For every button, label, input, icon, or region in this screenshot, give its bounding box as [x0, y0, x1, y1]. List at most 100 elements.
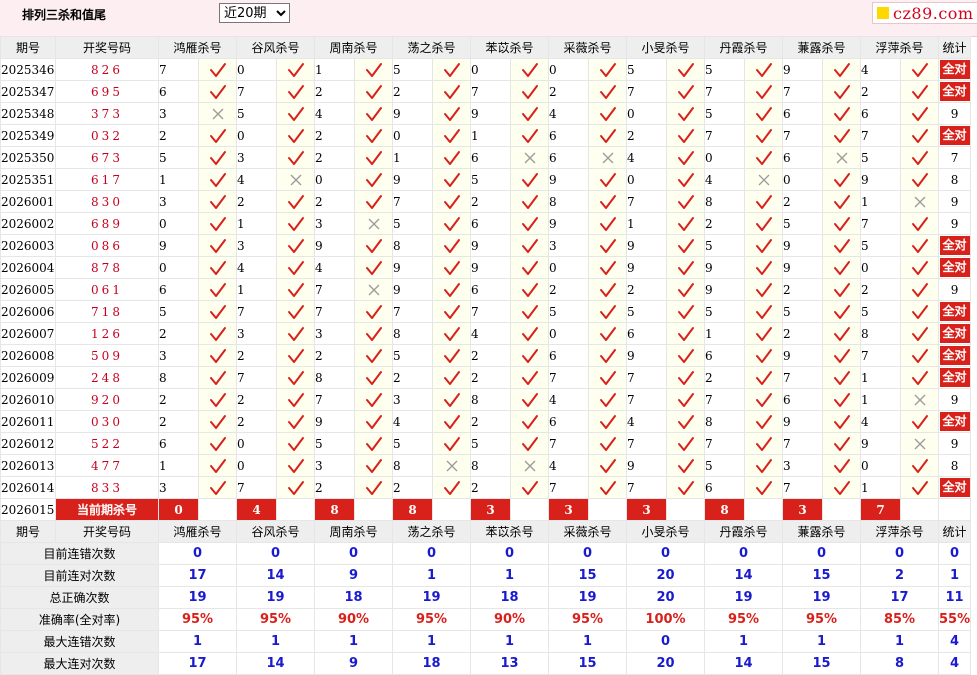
- kill-number: 8: [548, 190, 589, 213]
- stat-cell: 全对: [937, 124, 972, 147]
- result-mark: [432, 322, 471, 345]
- draw-number: 126: [55, 322, 159, 345]
- kill-number: 0: [860, 256, 901, 279]
- kill-number: 5: [470, 168, 511, 191]
- summary-value: 90%: [470, 608, 549, 631]
- result-mark: [588, 410, 627, 433]
- kill-number: 5: [548, 300, 589, 323]
- result-mark: [666, 234, 705, 257]
- result-mark: [510, 344, 549, 367]
- result-mark: [198, 190, 237, 213]
- check-icon: [677, 282, 694, 297]
- summary-label: 最大连错次数: [0, 630, 159, 653]
- stat-cell: 全对: [937, 256, 972, 279]
- page-title: 排列三杀和值尾: [22, 8, 107, 22]
- check-icon: [677, 150, 694, 165]
- stat-cell: 全对: [937, 80, 972, 103]
- check-icon: [209, 238, 226, 253]
- summary-value: 90%: [314, 608, 393, 631]
- result-mark: [666, 300, 705, 323]
- issue-number: 2025350: [0, 146, 56, 169]
- check-icon: [677, 84, 694, 99]
- result-mark: [666, 212, 705, 235]
- kill-number: 7: [626, 476, 667, 499]
- result-mark: [432, 168, 471, 191]
- summary-value: 15: [548, 652, 627, 675]
- summary-value: 55%: [937, 608, 972, 631]
- check-icon: [755, 106, 772, 121]
- kill-number: 5: [860, 146, 901, 169]
- summary-value: 0: [548, 542, 627, 565]
- stat-cell: 8: [937, 454, 972, 477]
- all-correct-badge: 全对: [939, 60, 970, 79]
- issue-number: 2026013: [0, 454, 56, 477]
- check-icon: [521, 172, 538, 187]
- result-mark: [588, 146, 627, 169]
- kill-number: 1: [158, 454, 199, 477]
- kill-number: 3: [314, 322, 355, 345]
- current-kill-number: 8: [314, 498, 355, 521]
- kill-number: 7: [626, 366, 667, 389]
- check-icon: [443, 260, 460, 275]
- check-icon: [677, 326, 694, 341]
- kill-number: 8: [314, 366, 355, 389]
- table-row: 2026001 830 3 2 2 7 2 8 7 8 2 1 9: [0, 190, 972, 213]
- kill-number: 2: [392, 476, 433, 499]
- result-mark: [666, 58, 705, 81]
- kill-number: 8: [392, 234, 433, 257]
- check-icon: [911, 238, 928, 253]
- result-mark: [276, 410, 315, 433]
- site-logo[interactable]: cz89.com: [872, 2, 977, 24]
- kill-number: 4: [548, 388, 589, 411]
- result-mark: [900, 476, 939, 499]
- check-icon: [755, 370, 772, 385]
- cross-icon: [914, 196, 925, 207]
- kill-number: 3: [236, 146, 277, 169]
- kill-number: 3: [236, 234, 277, 257]
- issue-number: 2026003: [0, 234, 56, 257]
- result-mark: [822, 190, 861, 213]
- empty-cell: [276, 498, 315, 521]
- kill-number: 0: [626, 168, 667, 191]
- draw-number: 032: [55, 124, 159, 147]
- current-kill-number: 3: [626, 498, 667, 521]
- table-header: 期号 开奖号码 鸿雁杀号 谷风杀号 周南杀号 荡之杀号 苯苡杀号 采薇杀号 小旻杀号 丹霞杀号 蒹露…: [0, 36, 972, 59]
- kill-number: 3: [158, 190, 199, 213]
- current-kill-label: 当前期杀号: [55, 498, 159, 521]
- kill-number: 4: [860, 58, 901, 81]
- kill-number: 5: [236, 102, 277, 125]
- period-select[interactable]: 近20期: [219, 3, 290, 23]
- kill-number: 0: [392, 124, 433, 147]
- summary-value: 95%: [548, 608, 627, 631]
- summary-value: 1: [704, 630, 783, 653]
- check-icon: [365, 458, 382, 473]
- result-mark: [900, 278, 939, 301]
- column-header: 浮萍杀号: [860, 520, 939, 543]
- table-row: 2025346 826 7 0 1 5 0 0 5 5 9 4 全对: [0, 58, 972, 81]
- result-mark: [198, 212, 237, 235]
- current-kill-number: 3: [470, 498, 511, 521]
- kill-number: 9: [626, 454, 667, 477]
- current-kill-number: 4: [236, 498, 277, 521]
- summary-header: 期号 开奖号码 鸿雁杀号 谷风杀号 周南杀号 荡之杀号 苯苡杀号 采薇杀号 小旻杀号 丹霞杀号 蒹露…: [0, 520, 972, 543]
- kill-number: 7: [782, 432, 823, 455]
- kill-number: 2: [470, 410, 511, 433]
- check-icon: [833, 436, 850, 451]
- result-mark: [510, 212, 549, 235]
- result-mark: [510, 234, 549, 257]
- summary-value: 1: [860, 630, 939, 653]
- kill-number: 7: [158, 58, 199, 81]
- kill-number: 4: [314, 102, 355, 125]
- check-icon: [833, 414, 850, 429]
- check-icon: [677, 260, 694, 275]
- kill-number: 4: [860, 410, 901, 433]
- check-icon: [911, 106, 928, 121]
- kill-number: 2: [314, 124, 355, 147]
- check-icon: [755, 238, 772, 253]
- summary-value: 14: [704, 652, 783, 675]
- kill-number: 1: [392, 146, 433, 169]
- check-icon: [911, 216, 928, 231]
- check-icon: [443, 436, 460, 451]
- kill-number: 2: [236, 190, 277, 213]
- kill-number: 2: [782, 190, 823, 213]
